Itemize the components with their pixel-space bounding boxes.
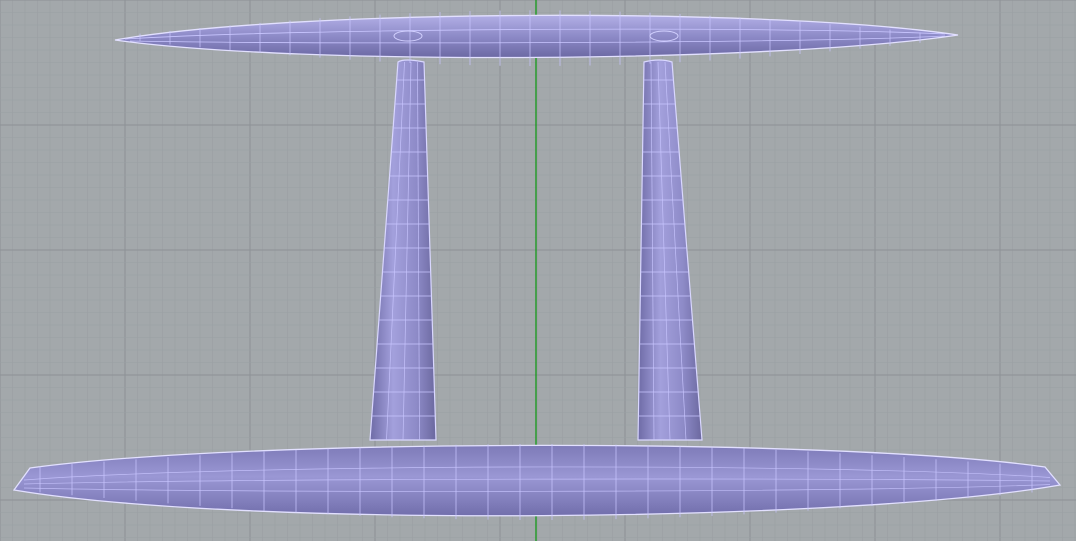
upper-wing-surface[interactable] — [114, 10, 959, 66]
viewport-canvas[interactable] — [0, 0, 1076, 541]
rhino-3d-viewport[interactable] — [0, 0, 1076, 541]
lower-hull[interactable] — [12, 444, 1062, 520]
